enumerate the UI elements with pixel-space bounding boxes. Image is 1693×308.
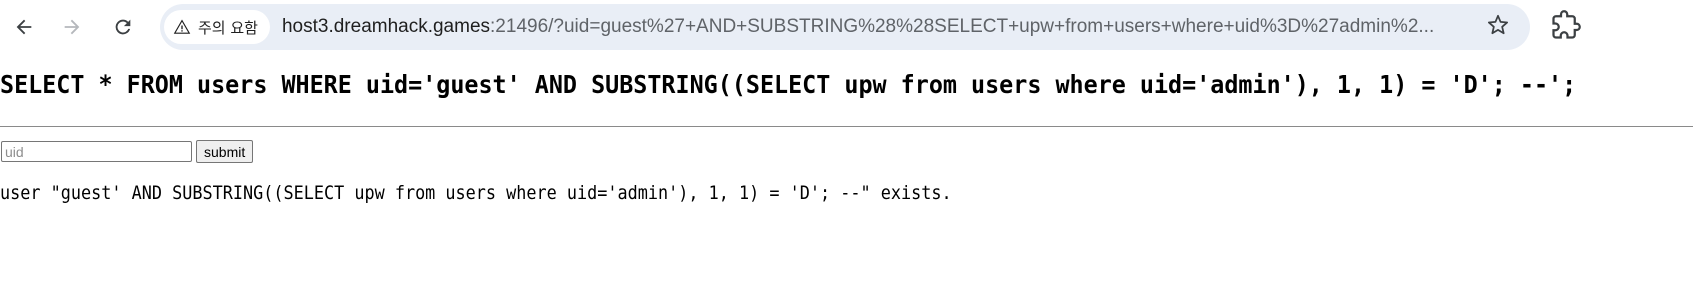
arrow-left-icon [13, 16, 35, 38]
submit-button[interactable]: submit [196, 140, 254, 163]
url-host: host3.dreamhack.games [281, 16, 491, 37]
extensions-puzzle-icon [1551, 10, 1581, 44]
uid-input[interactable] [1, 141, 192, 162]
star-icon [1487, 14, 1509, 41]
warning-triangle-icon [172, 17, 192, 37]
result-message: user "guest' AND SUBSTRING((SELECT upw f… [0, 182, 952, 204]
reload-icon [112, 16, 134, 38]
browser-toolbar: 주의 요함 host3.dreamhack.games:21496/?uid=g… [0, 0, 1693, 55]
bookmark-button[interactable] [1480, 9, 1516, 45]
reload-button[interactable] [103, 7, 143, 47]
arrow-right-icon [61, 16, 83, 38]
divider [0, 126, 1693, 127]
security-status-chip[interactable]: 주의 요함 [164, 10, 270, 44]
uid-form: submit [1, 140, 254, 163]
back-button[interactable] [4, 7, 44, 47]
url-path: :21496/?uid=guest%27+AND+SUBSTRING%28%28… [490, 16, 1435, 37]
sql-query-heading: SELECT * FROM users WHERE uid='guest' AN… [0, 70, 1577, 99]
url-text[interactable]: host3.dreamhack.games:21496/?uid=guest%2… [282, 16, 1457, 38]
forward-button[interactable] [52, 7, 92, 47]
extensions-button[interactable] [1549, 10, 1583, 44]
security-label: 주의 요함 [198, 18, 258, 37]
address-bar[interactable]: 주의 요함 host3.dreamhack.games:21496/?uid=g… [160, 4, 1530, 50]
